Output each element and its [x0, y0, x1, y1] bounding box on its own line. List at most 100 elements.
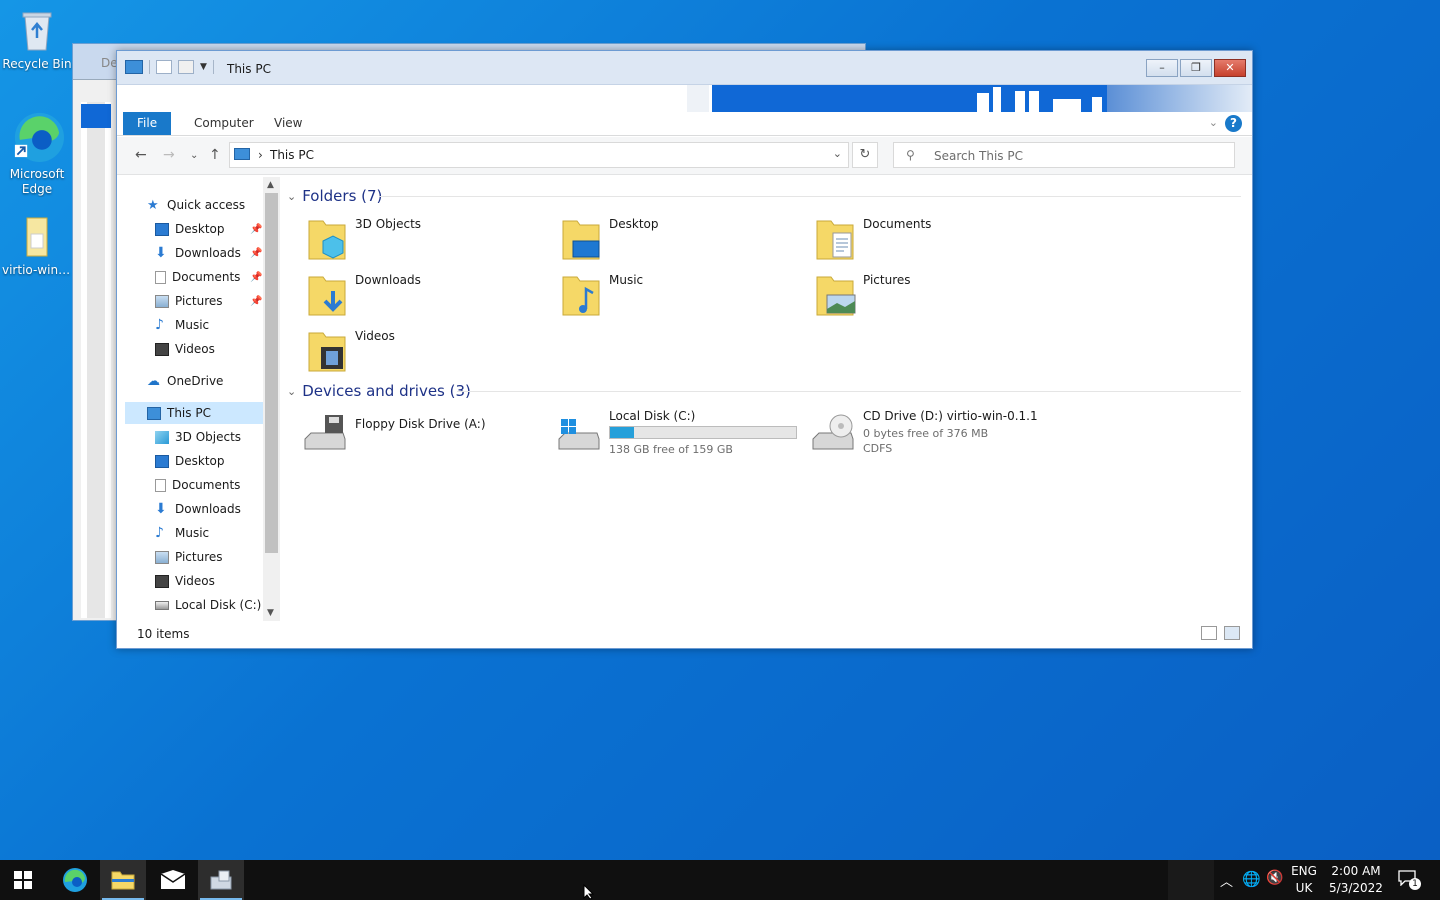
nav-music[interactable]: ♪ Music	[155, 314, 209, 336]
nav-label: Pictures	[175, 550, 223, 564]
folders-group-header[interactable]: ⌄ Folders (7)	[287, 187, 382, 205]
chevron-down-icon[interactable]: ⌄	[287, 190, 296, 203]
address-dropdown-icon[interactable]: ⌄	[833, 147, 842, 160]
refresh-button[interactable]: ↻	[852, 142, 878, 168]
network-globe-icon[interactable]: 🌐	[1242, 870, 1261, 888]
taskbar-edge[interactable]	[52, 860, 98, 900]
nav-onedrive[interactable]: ☁ OneDrive	[147, 370, 223, 392]
drive-local-disk-c[interactable]: Local Disk (C:) 138 GB free of 159 GB	[557, 409, 807, 463]
nav-quick-access[interactable]: ★ Quick access	[147, 194, 245, 216]
devices-group-header[interactable]: ⌄ Devices and drives (3)	[287, 382, 471, 400]
nav-desktop[interactable]: Desktop 📌	[155, 218, 280, 240]
details-view-icon[interactable]	[1201, 626, 1217, 640]
folder-label: Videos	[355, 329, 395, 343]
windows-drive-icon	[558, 419, 600, 450]
volume-muted-icon[interactable]: 🔇	[1266, 870, 1283, 886]
close-button[interactable]: ✕	[1214, 59, 1246, 77]
nav-downloads[interactable]: ⬇ Downloads 📌	[155, 242, 280, 264]
nav-pictures[interactable]: Pictures 📌	[155, 290, 280, 312]
pin-icon[interactable]: 📌	[250, 272, 262, 283]
nav-pc-documents[interactable]: Documents	[155, 474, 240, 496]
download-arrow-icon: ⬇	[155, 244, 167, 261]
taskbar-server-app[interactable]	[198, 860, 244, 900]
address-bar[interactable]: › This PC ⌄	[229, 142, 849, 168]
tab-file[interactable]: File	[123, 112, 172, 135]
nav-scrollbar[interactable]: ▲ ▼	[263, 177, 280, 621]
folder-downloads[interactable]: Downloads	[307, 273, 547, 323]
drive-free-space: 138 GB free of 159 GB	[609, 443, 733, 456]
nav-label: Local Disk (C:)	[175, 598, 262, 612]
new-folder-icon[interactable]	[178, 60, 194, 74]
windows-logo-icon	[14, 871, 32, 889]
properties-icon[interactable]	[156, 60, 172, 74]
status-bar: 10 items	[117, 621, 1252, 648]
nav-label: Videos	[175, 342, 215, 356]
taskbar-mail[interactable]	[150, 860, 196, 900]
nav-label: OneDrive	[167, 374, 224, 388]
desktop-icon-label: Recycle Bin	[2, 57, 72, 71]
scroll-up-icon[interactable]: ▲	[267, 180, 274, 190]
star-icon: ★	[147, 197, 159, 213]
drive-floppy[interactable]: Floppy Disk Drive (A:)	[303, 409, 553, 463]
breadcrumb-separator[interactable]: ›	[258, 148, 263, 162]
language-indicator[interactable]: ENG UK	[1286, 863, 1322, 897]
nav-pc-videos[interactable]: Videos	[155, 570, 215, 592]
minimize-button[interactable]: –	[1146, 59, 1178, 77]
nav-pc-downloads[interactable]: ⬇ Downloads	[155, 498, 241, 520]
help-icon[interactable]: ?	[1225, 115, 1242, 132]
nav-videos[interactable]: Videos	[155, 338, 215, 360]
nav-local-disk[interactable]: Local Disk (C:)	[155, 594, 261, 616]
documents-folder-icon	[816, 220, 854, 260]
tab-computer[interactable]: Computer	[180, 112, 268, 135]
recent-locations-icon[interactable]: ⌄	[190, 150, 198, 161]
show-hidden-icons-chevron-icon[interactable]: ︿	[1220, 871, 1233, 890]
folder-label: 3D Objects	[355, 217, 422, 231]
pin-icon[interactable]: 📌	[250, 296, 262, 307]
desktop-icon	[155, 454, 169, 468]
picture-icon	[155, 294, 169, 308]
scrollbar-thumb[interactable]	[265, 193, 278, 553]
nav-this-pc[interactable]: This PC	[125, 402, 263, 424]
nav-pc-desktop[interactable]: Desktop	[155, 450, 225, 472]
nav-documents[interactable]: Documents 📌	[155, 266, 280, 288]
title-bar[interactable]: ▼ This PC – ❐ ✕	[117, 51, 1252, 85]
chevron-down-icon[interactable]: ▼	[200, 62, 207, 72]
desktop-icon-virtio[interactable]: virtio-win-0...	[2, 214, 72, 278]
up-arrow-icon[interactable]: ↑	[209, 147, 221, 163]
cloud-icon: ☁	[147, 373, 160, 389]
pin-icon[interactable]: 📌	[250, 248, 262, 259]
drive-name: Floppy Disk Drive (A:)	[355, 417, 486, 431]
action-center-button[interactable]: 1	[1398, 870, 1421, 890]
breadcrumb[interactable]: This PC	[270, 148, 314, 162]
search-input[interactable]: ⚲ Search This PC	[893, 142, 1235, 168]
nav-pc-pictures[interactable]: Pictures	[155, 546, 223, 568]
folder-videos[interactable]: Videos	[307, 329, 547, 379]
forward-arrow-icon[interactable]: →	[163, 147, 175, 163]
start-button[interactable]	[0, 860, 46, 900]
folder-documents[interactable]: Documents	[815, 217, 1055, 267]
expand-ribbon-icon[interactable]: ⌄	[1209, 116, 1218, 129]
back-arrow-icon[interactable]: ←	[135, 147, 147, 163]
scroll-down-icon[interactable]: ▼	[267, 608, 274, 618]
taskbar-file-explorer[interactable]	[100, 860, 146, 900]
drive-cd-d[interactable]: CD Drive (D:) virtio-win-0.1.1 0 bytes f…	[811, 409, 1061, 463]
clock[interactable]: 2:00 AM 5/3/2022	[1326, 863, 1386, 897]
chevron-down-icon[interactable]: ⌄	[287, 385, 296, 398]
desktop-icon-edge[interactable]: Microsoft Edge	[2, 108, 72, 197]
language-code: ENG	[1291, 864, 1317, 878]
folder-music[interactable]: Music	[561, 273, 801, 323]
folder-3d-objects[interactable]: 3D Objects	[307, 217, 547, 267]
folder-desktop[interactable]: Desktop	[561, 217, 801, 267]
maximize-button[interactable]: ❐	[1180, 59, 1212, 77]
large-icons-view-icon[interactable]	[1224, 626, 1240, 640]
caption-buttons: – ❐ ✕	[1146, 59, 1246, 77]
nav-label: Desktop	[175, 222, 225, 236]
tab-view[interactable]: View	[260, 112, 316, 135]
nav-pc-music[interactable]: ♪ Music	[155, 522, 209, 544]
desktop-icon-recycle-bin[interactable]: Recycle Bin	[2, 8, 72, 72]
folder-pictures[interactable]: Pictures	[815, 273, 1055, 323]
edge-icon	[14, 112, 64, 162]
explorer-window[interactable]: ▼ This PC – ❐ ✕ File Computer View ⌄ ? ←…	[116, 50, 1253, 649]
nav-3d-objects[interactable]: 3D Objects	[155, 426, 241, 448]
pin-icon[interactable]: 📌	[250, 224, 262, 235]
